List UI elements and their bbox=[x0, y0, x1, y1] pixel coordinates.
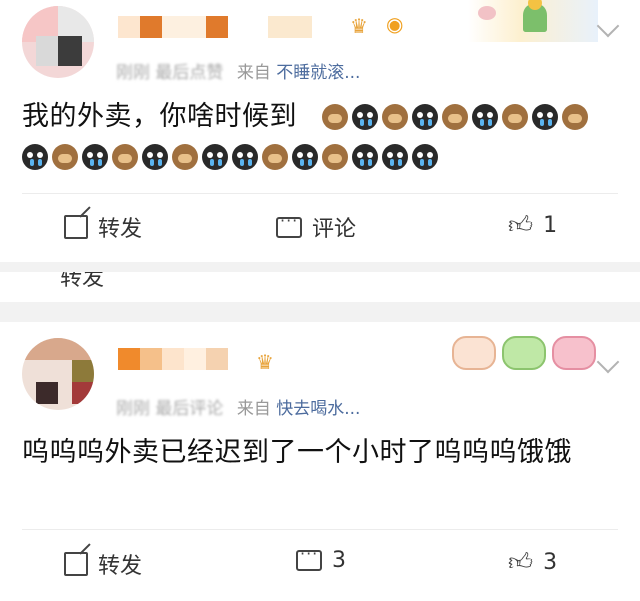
timestamp: 刚刚 最后点赞 bbox=[116, 63, 224, 83]
share-icon bbox=[64, 552, 88, 576]
sticker-icon bbox=[552, 336, 596, 370]
share-icon bbox=[64, 215, 88, 239]
username[interactable] bbox=[118, 16, 312, 38]
like-button[interactable]: 👍︎ 1 bbox=[508, 211, 557, 240]
decorative-sticker bbox=[468, 0, 598, 42]
divider bbox=[22, 529, 618, 530]
crying-face-emoji bbox=[82, 144, 108, 170]
source-link[interactable]: 不睡就滚... bbox=[276, 63, 360, 83]
crying-face-emoji bbox=[142, 144, 168, 170]
crying-face-emoji bbox=[412, 104, 438, 130]
partial-action-bar: 转发 bbox=[0, 272, 640, 302]
see-no-evil-monkey-emoji bbox=[442, 104, 468, 130]
share-button[interactable]: 转发 bbox=[64, 211, 142, 243]
like-button[interactable]: 👍︎ 3 bbox=[508, 548, 557, 577]
avatar[interactable] bbox=[22, 338, 94, 410]
chevron-down-icon[interactable] bbox=[596, 14, 620, 38]
timestamp: 刚刚 最后评论 bbox=[116, 399, 224, 419]
comment-card-1: ♛ ◉ 刚刚 最后点赞 来自 不睡就滚... 我的外卖，你啥时候到 转发 评论 … bbox=[0, 0, 640, 262]
see-no-evil-monkey-emoji bbox=[382, 104, 408, 130]
from-label: 来自 bbox=[236, 63, 271, 83]
sticker-icon bbox=[502, 336, 546, 370]
comment-icon bbox=[276, 211, 302, 238]
like-icon: 👍︎ bbox=[508, 211, 534, 239]
comment-card-2: ♛ 刚刚 最后评论 来自 快去喝水... 呜呜呜外卖已经迟到了一个小时了呜呜呜饿… bbox=[0, 322, 640, 601]
emoji-row bbox=[22, 144, 622, 174]
sticker-icon bbox=[452, 336, 496, 370]
see-no-evil-monkey-emoji bbox=[322, 144, 348, 170]
vip-crown-icon: ♛ bbox=[256, 350, 274, 374]
share-button[interactable]: 转发 bbox=[64, 548, 142, 580]
chevron-down-icon[interactable] bbox=[596, 350, 620, 374]
crying-face-emoji bbox=[202, 144, 228, 170]
comment-icon bbox=[296, 544, 322, 571]
see-no-evil-monkey-emoji bbox=[322, 104, 348, 130]
source-link[interactable]: 快去喝水... bbox=[276, 399, 360, 419]
see-no-evil-monkey-emoji bbox=[112, 144, 138, 170]
comment-text: 我的外卖，你啥时候到 bbox=[22, 101, 297, 132]
comment-button[interactable]: 评论 bbox=[276, 211, 356, 243]
see-no-evil-monkey-emoji bbox=[562, 104, 588, 130]
crying-face-emoji bbox=[22, 144, 48, 170]
crying-face-emoji bbox=[292, 144, 318, 170]
avatar[interactable] bbox=[22, 6, 94, 78]
vip-crown-icon: ♛ bbox=[350, 14, 368, 38]
see-no-evil-monkey-emoji bbox=[262, 144, 288, 170]
crying-face-emoji bbox=[472, 104, 498, 130]
crying-face-emoji bbox=[232, 144, 258, 170]
emoji-row-inline bbox=[322, 104, 622, 134]
fish-badge-icon: ◉ bbox=[386, 12, 404, 36]
from-label: 来自 bbox=[236, 399, 271, 419]
divider bbox=[22, 193, 618, 194]
peek-share-label: 转发 bbox=[60, 272, 105, 291]
crying-face-emoji bbox=[412, 144, 438, 170]
like-icon: 👍︎ bbox=[508, 548, 534, 576]
comment-meta: 刚刚 最后点赞 来自 不睡就滚... bbox=[116, 58, 360, 83]
comment-meta: 刚刚 最后评论 来自 快去喝水... bbox=[116, 394, 360, 419]
crying-face-emoji bbox=[352, 104, 378, 130]
see-no-evil-monkey-emoji bbox=[52, 144, 78, 170]
comment-text: 呜呜呜外卖已经迟到了一个小时了呜呜呜饿饿 bbox=[22, 437, 572, 468]
username[interactable] bbox=[118, 348, 258, 370]
crying-face-emoji bbox=[352, 144, 378, 170]
crying-face-emoji bbox=[532, 104, 558, 130]
see-no-evil-monkey-emoji bbox=[502, 104, 528, 130]
comment-button[interactable]: 3 bbox=[296, 544, 346, 573]
see-no-evil-monkey-emoji bbox=[172, 144, 198, 170]
crying-face-emoji bbox=[382, 144, 408, 170]
decorative-stickers bbox=[452, 336, 596, 370]
